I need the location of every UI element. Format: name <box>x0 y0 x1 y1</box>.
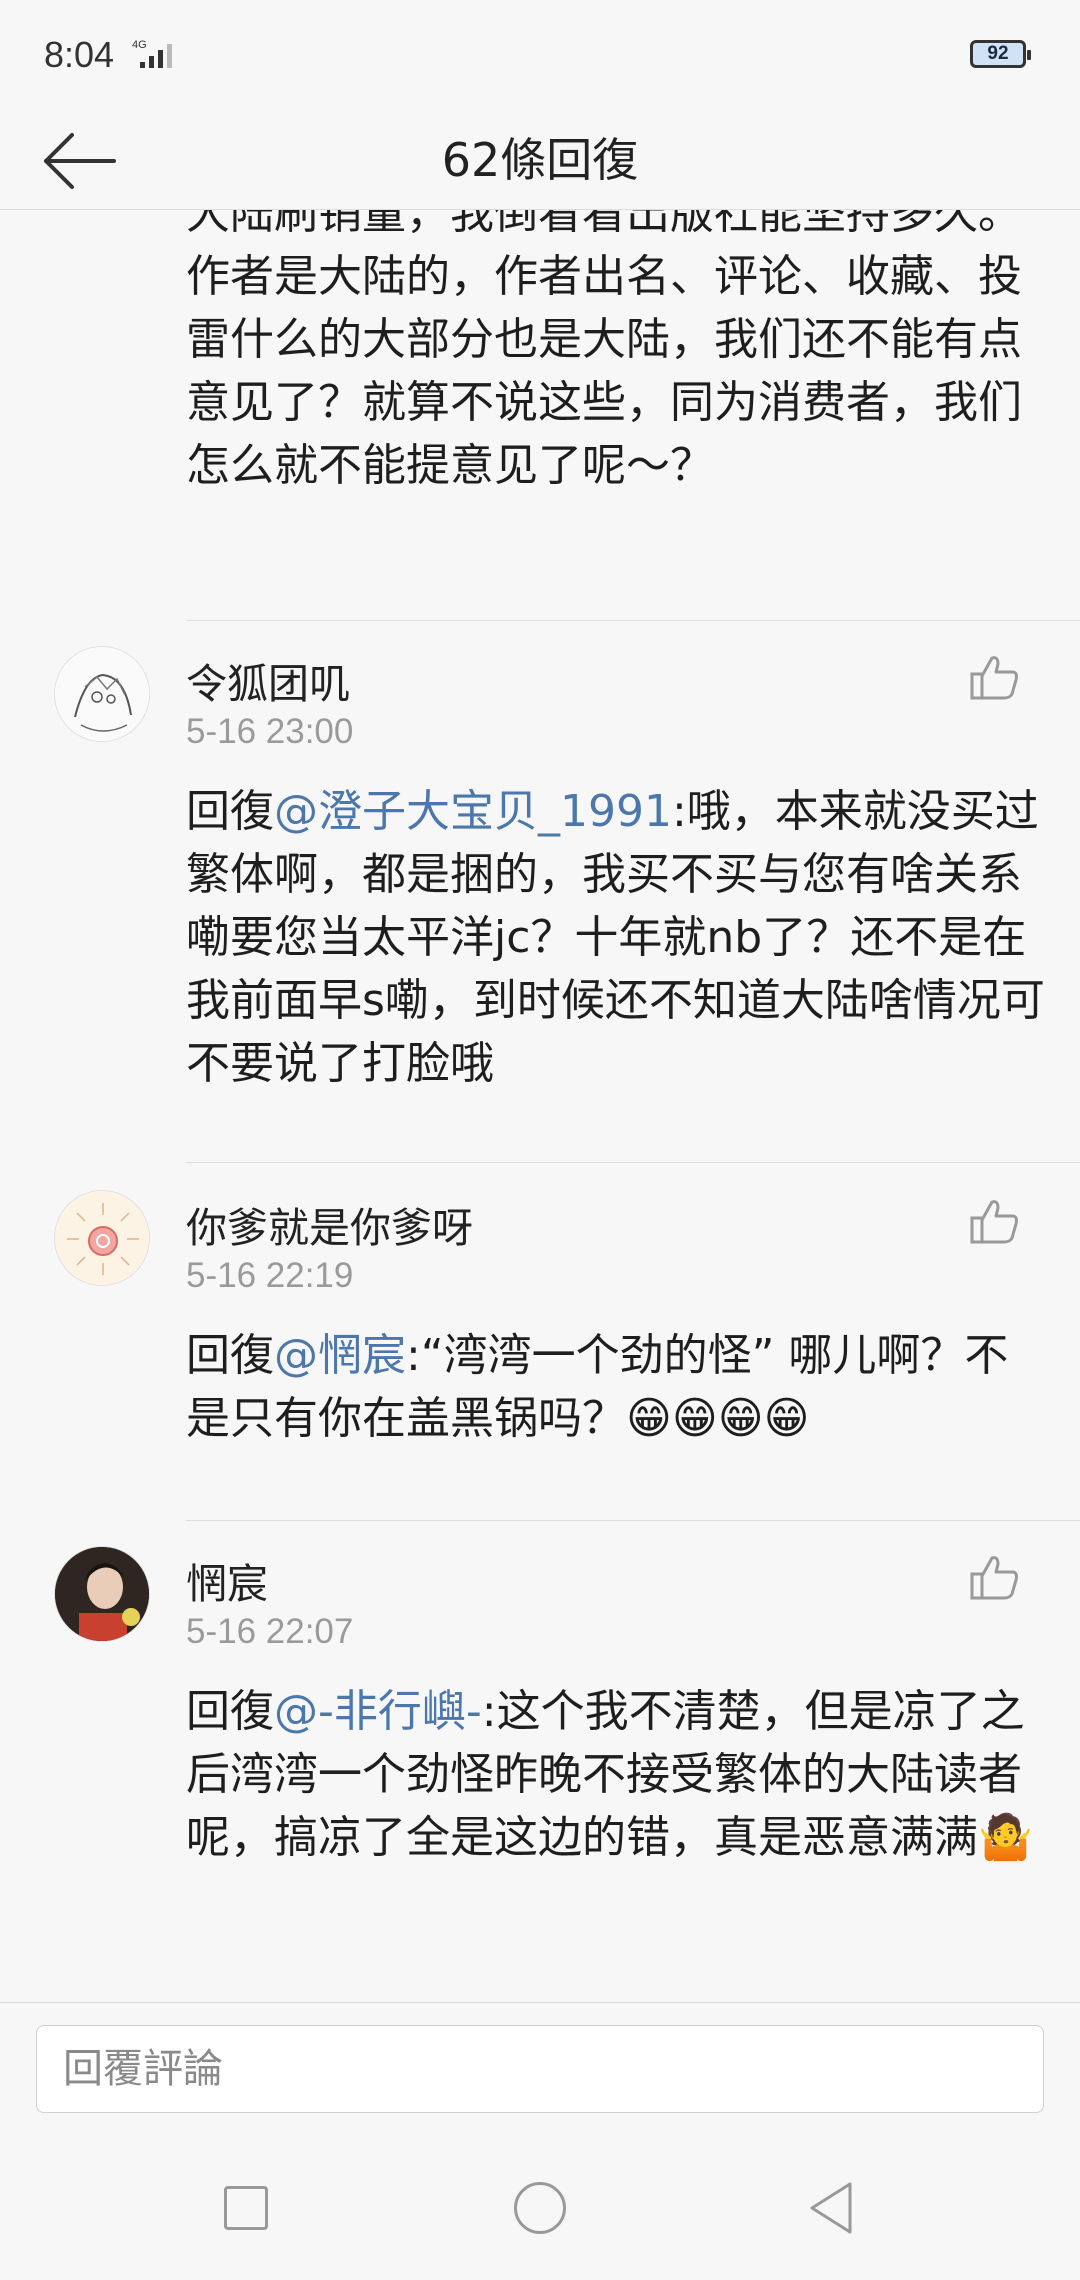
battery-icon: 92 <box>970 40 1031 68</box>
like-button[interactable] <box>968 1550 1022 1604</box>
thumbs-up-icon <box>970 1200 1018 1244</box>
home-button[interactable] <box>514 2182 566 2234</box>
truncated-comment-text: 大陆刷销量，我倒看看出版社能坚持多久。作者是大陆的，作者出名、评论、收藏、投雷什… <box>186 210 1022 491</box>
mention-link[interactable]: @澄子大宝贝_1991 <box>274 786 672 837</box>
avatar[interactable] <box>54 646 150 742</box>
like-button[interactable] <box>968 650 1022 704</box>
comment-time: 5-16 22:19 <box>186 1256 354 1295</box>
comment-username[interactable]: 令狐团叽 <box>186 650 350 710</box>
comment-username[interactable]: 你爹就是你爹呀 <box>186 1194 473 1254</box>
header: 62條回復 <box>0 110 1080 210</box>
reply-prefix: 回復 <box>186 1330 274 1381</box>
comment-divider <box>186 620 1080 621</box>
like-button[interactable] <box>968 1194 1022 1248</box>
reply-input[interactable]: 回覆評論 <box>36 2025 1044 2113</box>
network-label: 4G <box>132 39 147 51</box>
reply-prefix: 回復 <box>186 786 274 837</box>
status-bar: 8:04 4G 92 <box>0 0 1080 110</box>
thumbs-up-icon <box>970 656 1018 700</box>
mention-link[interactable]: @惘宸 <box>274 1330 406 1381</box>
page-title: 62條回復 <box>441 133 639 187</box>
comment-body: 回復@-非行嶼-:这个我不清楚，但是凉了之后湾湾一个劲怪昨晚不接受繁体的大陆读者… <box>186 1680 1046 1869</box>
thumbs-up-icon <box>970 1556 1018 1600</box>
sketch-avatar-icon <box>55 647 149 741</box>
reply-bar: 回覆評論 <box>0 2002 1080 2136</box>
comment-divider <box>186 1162 1080 1163</box>
sun-avatar-icon <box>55 1191 149 1285</box>
photo-avatar-icon <box>55 1547 149 1641</box>
signal-icon: 4G <box>132 39 172 68</box>
reply-prefix: 回復 <box>186 1686 274 1737</box>
battery-level: 92 <box>987 43 1009 64</box>
system-back-button[interactable] <box>806 2180 856 2236</box>
comment-body: 回復@澄子大宝贝_1991:哦，本来就没买过繁体啊，都是捆的，我买不买与您有啥关… <box>186 780 1046 1095</box>
comment-divider <box>186 1520 1080 1521</box>
status-time: 8:04 <box>44 34 115 75</box>
comment-body: 回復@惘宸:“湾湾一个劲的怪” 哪儿啊？不是只有你在盖黑锅吗？😁😁😁😁 <box>186 1324 1046 1450</box>
mention-link[interactable]: @-非行嶼- <box>274 1686 482 1737</box>
avatar[interactable] <box>54 1190 150 1286</box>
comment-username[interactable]: 惘宸 <box>186 1550 268 1610</box>
comment-time: 5-16 23:00 <box>186 712 354 751</box>
comment-list[interactable]: 大陆刷销量，我倒看看出版社能坚持多久。作者是大陆的，作者出名、评论、收藏、投雷什… <box>0 210 1080 2002</box>
recent-apps-button[interactable] <box>224 2186 268 2230</box>
system-nav-bar <box>0 2136 1080 2280</box>
comment-time: 5-16 22:07 <box>186 1612 354 1651</box>
avatar[interactable] <box>54 1546 150 1642</box>
